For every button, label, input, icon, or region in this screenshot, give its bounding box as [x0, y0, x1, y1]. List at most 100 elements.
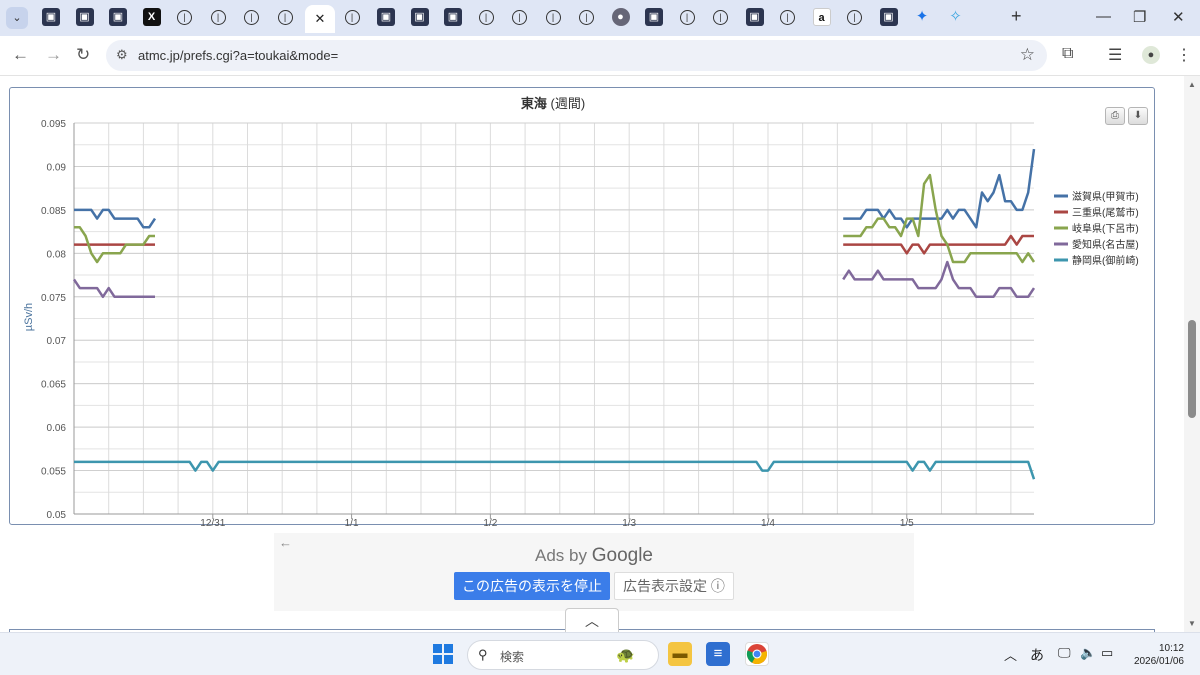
legend-label-3: 岐阜県(下呂市): [1072, 222, 1139, 235]
legend-label-2: 三重県(尾鷲市): [1072, 206, 1139, 219]
legend-label-4: 愛知県(名古屋): [1072, 238, 1139, 251]
y-tick-label: 0.07: [47, 336, 67, 347]
y-tick-label: 0.065: [41, 380, 66, 391]
tab-8-circle-favicon-icon[interactable]: |: [277, 10, 293, 25]
tab-25-circle-favicon-icon[interactable]: |: [847, 10, 862, 25]
file-explorer-icon[interactable]: ▬: [668, 642, 692, 666]
tab-22-site-favicon-icon[interactable]: ▣: [745, 8, 764, 26]
close-window-icon[interactable]: ✕: [1172, 8, 1185, 26]
y-tick-label: 0.06: [47, 423, 67, 434]
tab-3-site-favicon-icon[interactable]: ▣: [109, 8, 127, 26]
x-tick-label: 1/1: [345, 518, 359, 526]
ad-settings-button[interactable]: 広告表示設定 ⓘ: [614, 572, 734, 600]
x-tick-label: 1/5: [900, 518, 914, 526]
y-tick-label: 0.085: [41, 206, 66, 217]
ad-container: ← Ads by Google この広告の表示を停止 広告表示設定 ⓘ: [274, 533, 914, 611]
legend-label-1: 滋賀県(甲賀市): [1072, 190, 1139, 203]
stop-ad-button[interactable]: この広告の表示を停止: [454, 572, 610, 600]
taskbar-search[interactable]: ⚲ 検索 🐢: [467, 640, 659, 670]
new-tab-button[interactable]: +: [1011, 6, 1022, 27]
tab-4-x-logo-icon[interactable]: X: [142, 8, 161, 26]
search-label: 検索: [500, 650, 525, 664]
tab-9-close-icon[interactable]: ✕: [305, 5, 335, 33]
tray-chevron-icon[interactable]: ︿: [1004, 645, 1017, 664]
tab-27-butterfly-icon[interactable]: ✦: [913, 8, 931, 26]
y-tick-label: 0.09: [47, 162, 67, 173]
scroll-up-icon[interactable]: ▲: [1188, 80, 1196, 89]
tab-16-circle-favicon-icon[interactable]: |: [545, 10, 561, 25]
tab-1-site-favicon-icon[interactable]: ▣: [42, 8, 60, 26]
tab-17-circle-favicon-icon[interactable]: |: [579, 10, 594, 25]
reading-list-icon[interactable]: ☰: [1108, 45, 1122, 65]
y-tick-label: 0.095: [41, 119, 66, 130]
tab-19-site-favicon-icon[interactable]: ▣: [645, 8, 663, 26]
tab-13-site-favicon-icon[interactable]: ▣: [444, 8, 462, 26]
tab-15-circle-favicon-icon[interactable]: |: [512, 10, 527, 25]
y-tick-label: 0.075: [41, 293, 66, 304]
tab-21-circle-favicon-icon[interactable]: |: [713, 10, 728, 25]
address-bar[interactable]: ⚙ atmc.jp/prefs.cgi?a=toukai&mode= ☆: [106, 40, 1047, 71]
forward-button[interactable]: →: [45, 45, 62, 65]
chart-title: 東海 (週間): [521, 96, 585, 111]
bookmark-star-icon[interactable]: ☆: [1020, 45, 1035, 65]
chrome-icon[interactable]: [745, 642, 769, 666]
reload-button[interactable]: ↻: [76, 45, 90, 65]
start-button[interactable]: [433, 644, 453, 664]
x-tick-label: 1/3: [622, 518, 636, 526]
network-icon[interactable]: 🖵: [1058, 645, 1071, 661]
x-tick-label: 1/4: [761, 518, 775, 526]
tab-28-sparkle-icon[interactable]: ✧: [947, 8, 965, 26]
series-line-4: [72, 260, 1036, 299]
clock-time: 10:12: [1158, 643, 1184, 654]
scroll-thumb[interactable]: [1188, 320, 1196, 418]
battery-icon[interactable]: ▭: [1101, 645, 1113, 661]
tab-6-circle-favicon-icon[interactable]: |: [210, 10, 226, 25]
ime-indicator[interactable]: あ: [1030, 645, 1044, 665]
page-viewport: 東海 (週間) µSv/h 0.05 0.055 0.06 0.065 0.07 0.07…: [0, 76, 1184, 639]
search-highlight-icon: 🐢: [616, 647, 635, 664]
collapse-ad-button[interactable]: ︿: [565, 608, 619, 632]
chart-panel: 東海 (週間) µSv/h 0.05 0.055 0.06 0.065 0.07 0.07…: [9, 87, 1155, 529]
notepad-icon[interactable]: ≡: [706, 642, 730, 666]
print-button[interactable]: ⎙: [1105, 107, 1125, 125]
y-tick-label: 0.05: [47, 510, 67, 521]
tab-strip: ⌄ ▣ ▣ ▣ X | | | | ✕ | ▣ ▣ ▣ | | | | ● ▣ | | ▣ | a | ▣ ✦ ✧ + — ❐ ✕: [0, 0, 1200, 36]
tab-5-circle-favicon-icon[interactable]: |: [177, 10, 192, 25]
browser-toolbar: ← → ↻ ⚙ atmc.jp/prefs.cgi?a=toukai&mode=…: [0, 36, 1200, 76]
browser-menu-icon[interactable]: ⋮: [1176, 45, 1192, 65]
tab-2-site-favicon-icon[interactable]: ▣: [75, 8, 94, 26]
clock-date: 2026/01/06: [1133, 656, 1184, 667]
x-tick-label: 1/2: [483, 518, 497, 526]
ads-by-google: Ads by Google: [535, 545, 653, 566]
series-line-2: [74, 234, 1034, 255]
line-chart: 東海 (週間) µSv/h 0.05 0.055 0.06 0.065 0.07 0.07…: [23, 96, 1139, 529]
minimize-icon[interactable]: —: [1096, 8, 1111, 25]
volume-icon[interactable]: 🔈: [1080, 645, 1096, 661]
tab-7-circle-favicon-icon[interactable]: |: [244, 10, 259, 25]
tab-14-circle-favicon-icon[interactable]: |: [478, 10, 494, 25]
tab-10-circle-favicon-icon[interactable]: |: [344, 10, 360, 25]
search-icon: ⚲: [478, 647, 488, 662]
tab-search-menu-button[interactable]: ⌄: [6, 7, 28, 29]
clock[interactable]: 10:12 2026/01/06: [1128, 642, 1184, 668]
tab-24-amazon-icon[interactable]: a: [812, 8, 831, 26]
legend-label-5: 静岡県(御前崎): [1072, 254, 1139, 267]
extensions-icon[interactable]: ⧉: [1062, 45, 1073, 63]
y-tick-label: 0.08: [47, 249, 67, 260]
back-button[interactable]: ←: [12, 45, 29, 65]
tab-20-circle-favicon-icon[interactable]: |: [679, 10, 695, 25]
restore-icon[interactable]: ❐: [1133, 8, 1146, 26]
url-text[interactable]: atmc.jp/prefs.cgi?a=toukai&mode=: [138, 48, 338, 63]
taskbar: ⚲ 検索 🐢 ▬ ≡ ︿ あ 🖵 🔈 ▭ 10:12 2026/01/06: [0, 632, 1200, 675]
tab-18-globe-icon[interactable]: ●: [611, 8, 630, 26]
download-button[interactable]: ⬇: [1128, 107, 1148, 125]
scroll-down-icon[interactable]: ▼: [1188, 619, 1196, 628]
tab-11-site-favicon-icon[interactable]: ▣: [377, 8, 395, 26]
tab-23-circle-favicon-icon[interactable]: |: [780, 10, 795, 25]
site-info-icon[interactable]: ⚙: [116, 47, 128, 63]
tab-12-site-favicon-icon[interactable]: ▣: [410, 8, 429, 26]
y-axis-label: µSv/h: [23, 303, 35, 331]
profile-avatar[interactable]: ●: [1142, 46, 1160, 64]
tab-26-site-favicon-icon[interactable]: ▣: [879, 8, 898, 26]
page-scrollbar[interactable]: ▲ ▼: [1184, 76, 1200, 632]
